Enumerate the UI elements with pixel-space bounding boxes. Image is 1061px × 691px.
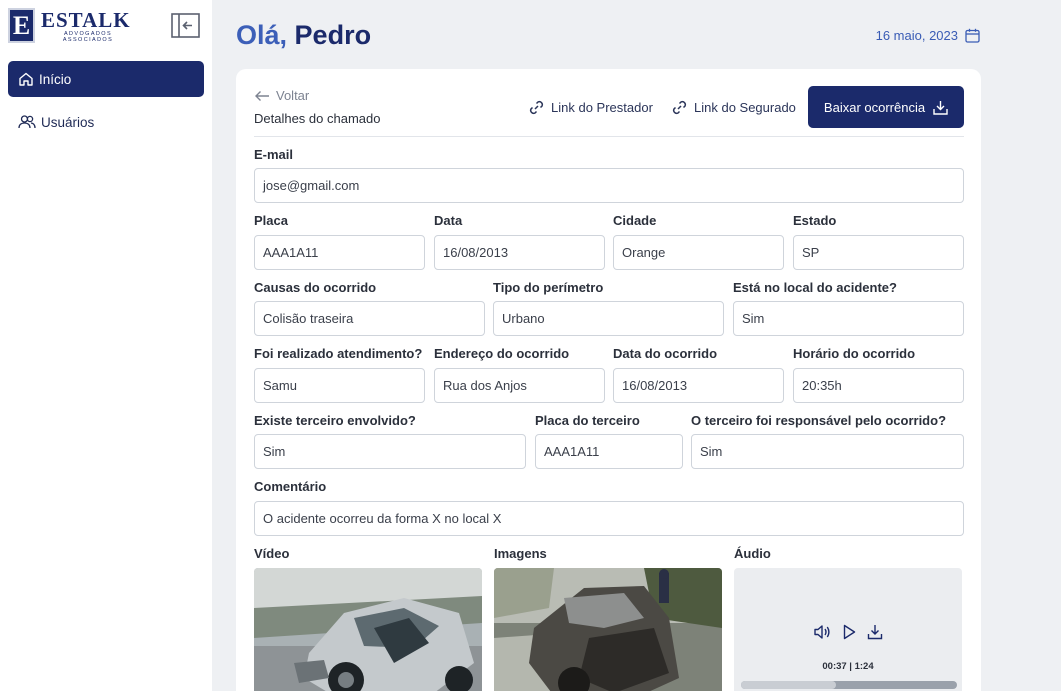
volume-icon (814, 625, 830, 639)
crashed-car-photo-image (494, 568, 722, 691)
audio-download-button[interactable] (867, 624, 883, 640)
sidebar-item-usuarios[interactable]: Usuários (8, 104, 204, 140)
cause-label: Causas do ocorrido (254, 280, 377, 295)
plate-label: Placa (254, 213, 288, 228)
date-label: Data (434, 213, 463, 228)
volume-button[interactable] (813, 624, 831, 640)
date-field[interactable]: 16/08/2013 (434, 235, 605, 270)
back-link[interactable]: Voltar (254, 88, 309, 103)
section-subtitle: Detalhes do chamado (254, 111, 381, 126)
plate-field[interactable]: AAA1A11 (254, 235, 425, 270)
image-thumbnail[interactable] (494, 568, 722, 691)
audio-time: 00:37 | 1:24 (822, 661, 874, 672)
sidebar-collapse-icon (171, 13, 200, 38)
greeting-text: Olá, (236, 20, 288, 50)
download-occurrence-button[interactable]: Baixar ocorrência (808, 86, 964, 128)
third-party-responsible-field[interactable]: Sim (691, 434, 964, 469)
perimeter-field[interactable]: Urbano (493, 301, 724, 336)
third-party-plate-label: Placa do terceiro (535, 413, 640, 428)
calendar-icon (965, 28, 980, 43)
insured-link-label: Link do Segurado (694, 100, 796, 115)
users-icon (18, 115, 36, 129)
on-site-field[interactable]: Sim (733, 301, 964, 336)
audio-controls (734, 624, 962, 640)
audio-label: Áudio (734, 546, 771, 561)
comment-field[interactable]: O acidente ocorreu da forma X no local X (254, 501, 964, 536)
occurrence-detail-card: Voltar Detalhes do chamado Link do Prest… (236, 69, 981, 691)
provider-link[interactable]: Link do Prestador (528, 99, 653, 116)
download-button-label: Baixar ocorrência (823, 99, 926, 115)
current-date: 16 maio, 2023 (875, 28, 958, 43)
link-icon (672, 100, 687, 115)
arrow-left-icon (255, 90, 269, 101)
audio-player: 00:37 | 1:24 (734, 568, 962, 691)
video-thumbnail[interactable] (254, 568, 482, 691)
logo-name: ESTALK (41, 8, 131, 32)
city-label: Cidade (613, 213, 657, 228)
state-label: Estado (793, 213, 837, 228)
back-label: Voltar (276, 88, 310, 103)
user-name: Pedro (294, 20, 372, 50)
sidebar-item-label: Usuários (41, 114, 95, 130)
images-label: Imagens (494, 546, 547, 561)
sidebar: E ESTALK ADVOGADOS ASSOCIADOS Início Usu… (0, 0, 212, 691)
download-icon (867, 625, 883, 640)
comment-label: Comentário (254, 479, 327, 494)
city-field[interactable]: Orange (613, 235, 784, 270)
cause-field[interactable]: Colisão traseira (254, 301, 485, 336)
video-label: Vídeo (254, 546, 290, 561)
perimeter-label: Tipo do perímetro (493, 280, 604, 295)
brand-logo: E ESTALK ADVOGADOS ASSOCIADOS (8, 8, 131, 44)
address-label: Endereço do ocorrido (434, 346, 570, 361)
crashed-car-video-image (254, 568, 482, 691)
audio-progress-fill (741, 681, 837, 689)
occurrence-date-label: Data do ocorrido (613, 346, 718, 361)
email-label: E-mail (254, 147, 294, 162)
state-field[interactable]: SP (793, 235, 964, 270)
date-picker[interactable]: 16 maio, 2023 (876, 28, 980, 43)
third-party-label: Existe terceiro envolvido? (254, 413, 416, 428)
assistance-label: Foi realizado atendimento? (254, 346, 423, 361)
download-icon (933, 100, 948, 115)
link-icon (529, 100, 544, 115)
email-field[interactable]: jose@gmail.com (254, 168, 964, 203)
third-party-responsible-label: O terceiro foi responsável pelo ocorrido… (691, 413, 947, 428)
sidebar-item-inicio[interactable]: Início (8, 61, 204, 97)
audio-progress-bar[interactable] (741, 681, 957, 689)
logo-mark: E (8, 8, 35, 43)
home-icon (19, 72, 33, 86)
insured-link[interactable]: Link do Segurado (671, 99, 796, 116)
logo-tagline: ADVOGADOS ASSOCIADOS (62, 31, 114, 43)
address-field[interactable]: Rua dos Anjos (434, 368, 605, 403)
occurrence-time-field[interactable]: 20:35h (793, 368, 964, 403)
collapse-sidebar-button[interactable] (171, 13, 200, 38)
sidebar-item-label: Início (39, 71, 72, 87)
third-party-field[interactable]: Sim (254, 434, 526, 469)
page-title: Olá, Pedro (236, 20, 371, 51)
play-icon (843, 624, 856, 640)
provider-link-label: Link do Prestador (551, 100, 653, 115)
occurrence-time-label: Horário do ocorrido (793, 346, 916, 361)
on-site-label: Está no local do acidente? (733, 280, 897, 295)
play-button[interactable] (841, 624, 857, 640)
header-divider (254, 136, 964, 137)
third-party-plate-field[interactable]: AAA1A11 (535, 434, 683, 469)
assistance-field[interactable]: Samu (254, 368, 425, 403)
occurrence-date-field[interactable]: 16/08/2013 (613, 368, 784, 403)
